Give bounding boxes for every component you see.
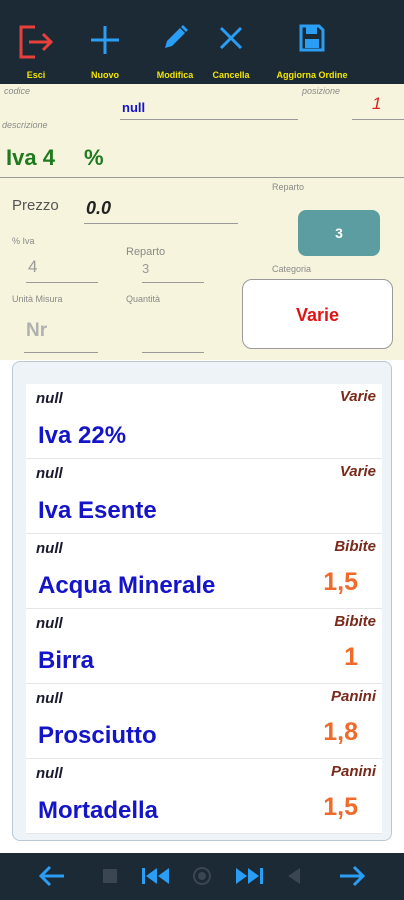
list-item[interactable]: null Panini Prosciutto 1,8	[26, 684, 382, 759]
skip-forward-icon[interactable]	[234, 866, 264, 886]
new-button[interactable]: Nuovo	[80, 0, 130, 84]
item-price: 1,8	[323, 718, 358, 746]
delete-button[interactable]: Cancella	[206, 0, 256, 84]
bottom-navigation	[0, 853, 404, 900]
item-name: Iva 22%	[38, 422, 127, 449]
item-price: 1,5	[323, 568, 358, 596]
item-code: null	[36, 390, 63, 407]
item-price: 1,5	[323, 793, 358, 821]
arrow-left-icon[interactable]	[38, 865, 66, 887]
edit-button[interactable]: Modifica	[148, 0, 202, 84]
item-category: Bibite	[334, 613, 376, 630]
item-name: Mortadella	[38, 797, 159, 824]
quantita-underline	[142, 352, 204, 353]
skip-back-icon[interactable]	[141, 866, 171, 886]
save-icon	[299, 24, 325, 52]
iva-underline	[26, 282, 98, 283]
reparto-button[interactable]: 3	[298, 210, 380, 256]
posizione-label: posizione	[302, 86, 341, 96]
codice-label: codice	[4, 86, 31, 96]
new-label: Nuovo	[91, 70, 119, 80]
exit-button[interactable]: Esci	[10, 0, 62, 84]
list-item[interactable]: null Bibite Birra 1	[26, 609, 382, 684]
update-order-button[interactable]: Aggiorna Ordine	[270, 0, 354, 84]
item-category: Panini	[330, 763, 376, 780]
categoria-button[interactable]: Varie	[242, 279, 393, 349]
item-category: Panini	[330, 688, 376, 705]
item-category: Bibite	[334, 538, 376, 555]
close-icon	[219, 26, 243, 50]
item-price: 1	[344, 643, 358, 671]
list-item[interactable]: null Panini Mortadella 1,5	[26, 759, 382, 834]
list-item[interactable]: null Varie Iva Esente	[26, 459, 382, 534]
item-code: null	[36, 540, 63, 557]
reparto-field[interactable]: 3	[142, 261, 149, 276]
categoria-label: Categoria	[272, 264, 312, 274]
descrizione-underline	[0, 177, 404, 178]
reparto-button-label: Reparto	[272, 182, 305, 192]
arrow-right-icon[interactable]	[338, 865, 366, 887]
item-name: Birra	[38, 647, 95, 674]
item-category: Varie	[339, 388, 376, 405]
record-icon[interactable]	[192, 866, 212, 886]
item-name: Prosciutto	[38, 722, 157, 749]
unita-misura-field[interactable]: Nr	[26, 320, 47, 342]
reparto-underline	[142, 282, 204, 283]
posizione-underline	[352, 119, 404, 120]
product-form: codice null posizione 1 descrizione Iva …	[0, 84, 404, 360]
update-order-label: Aggiorna Ordine	[276, 70, 348, 80]
prezzo-field[interactable]: 0.0	[86, 198, 111, 219]
descrizione-field[interactable]: Iva 4	[6, 145, 55, 171]
unita-misura-underline	[24, 352, 98, 353]
codice-field[interactable]: null	[122, 100, 145, 115]
iva-field[interactable]: 4	[28, 257, 37, 277]
plus-icon	[91, 26, 119, 54]
iva-label: % Iva	[12, 236, 35, 246]
descrizione-label: descrizione	[2, 120, 48, 130]
delete-label: Cancella	[212, 70, 250, 80]
unita-misura-label: Unità Misura	[12, 294, 63, 304]
item-code: null	[36, 615, 63, 632]
edit-label: Modifica	[156, 70, 194, 80]
codice-underline	[120, 119, 298, 120]
item-code: null	[36, 765, 63, 782]
reparto-label: Reparto	[126, 246, 166, 258]
prezzo-underline	[84, 223, 238, 224]
stop-icon[interactable]	[102, 868, 118, 884]
item-code: null	[36, 465, 63, 482]
prezzo-label: Prezzo	[12, 197, 59, 214]
toolbar: Esci Nuovo Modifica Cancella Aggiorna Or…	[0, 0, 404, 84]
item-name: Iva Esente	[38, 497, 157, 524]
item-name: Acqua Minerale	[38, 572, 216, 599]
exit-icon	[19, 25, 54, 59]
pencil-icon	[165, 25, 188, 48]
percent-symbol: %	[84, 145, 104, 170]
quantita-label: Quantità	[126, 294, 161, 304]
play-back-icon[interactable]	[286, 867, 302, 885]
list-item[interactable]: null Varie Iva 22%	[26, 384, 382, 459]
exit-label: Esci	[26, 70, 46, 80]
item-category: Varie	[339, 463, 376, 480]
list-item[interactable]: null Bibite Acqua Minerale 1,5	[26, 534, 382, 609]
item-code: null	[36, 690, 63, 707]
posizione-field[interactable]: 1	[372, 94, 381, 114]
